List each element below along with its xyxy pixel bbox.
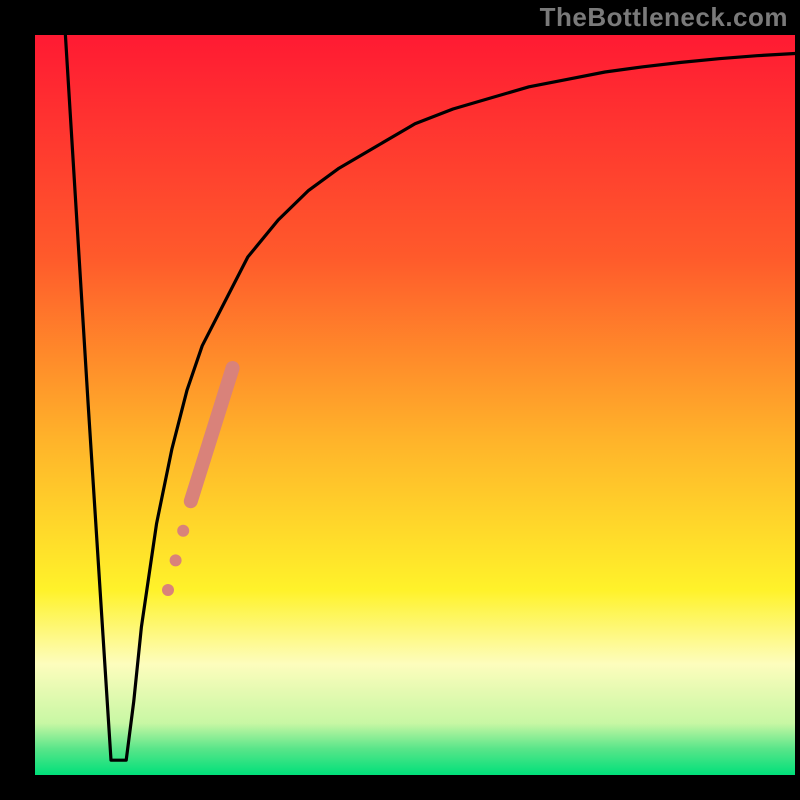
highlight-dots [162,584,174,596]
highlight-dots [177,525,189,537]
chart-stage: TheBottleneck.com [0,0,800,800]
watermark-text: TheBottleneck.com [540,2,788,33]
highlight-dots [170,554,182,566]
plot-background [35,35,795,775]
bottleneck-chart [0,0,800,800]
